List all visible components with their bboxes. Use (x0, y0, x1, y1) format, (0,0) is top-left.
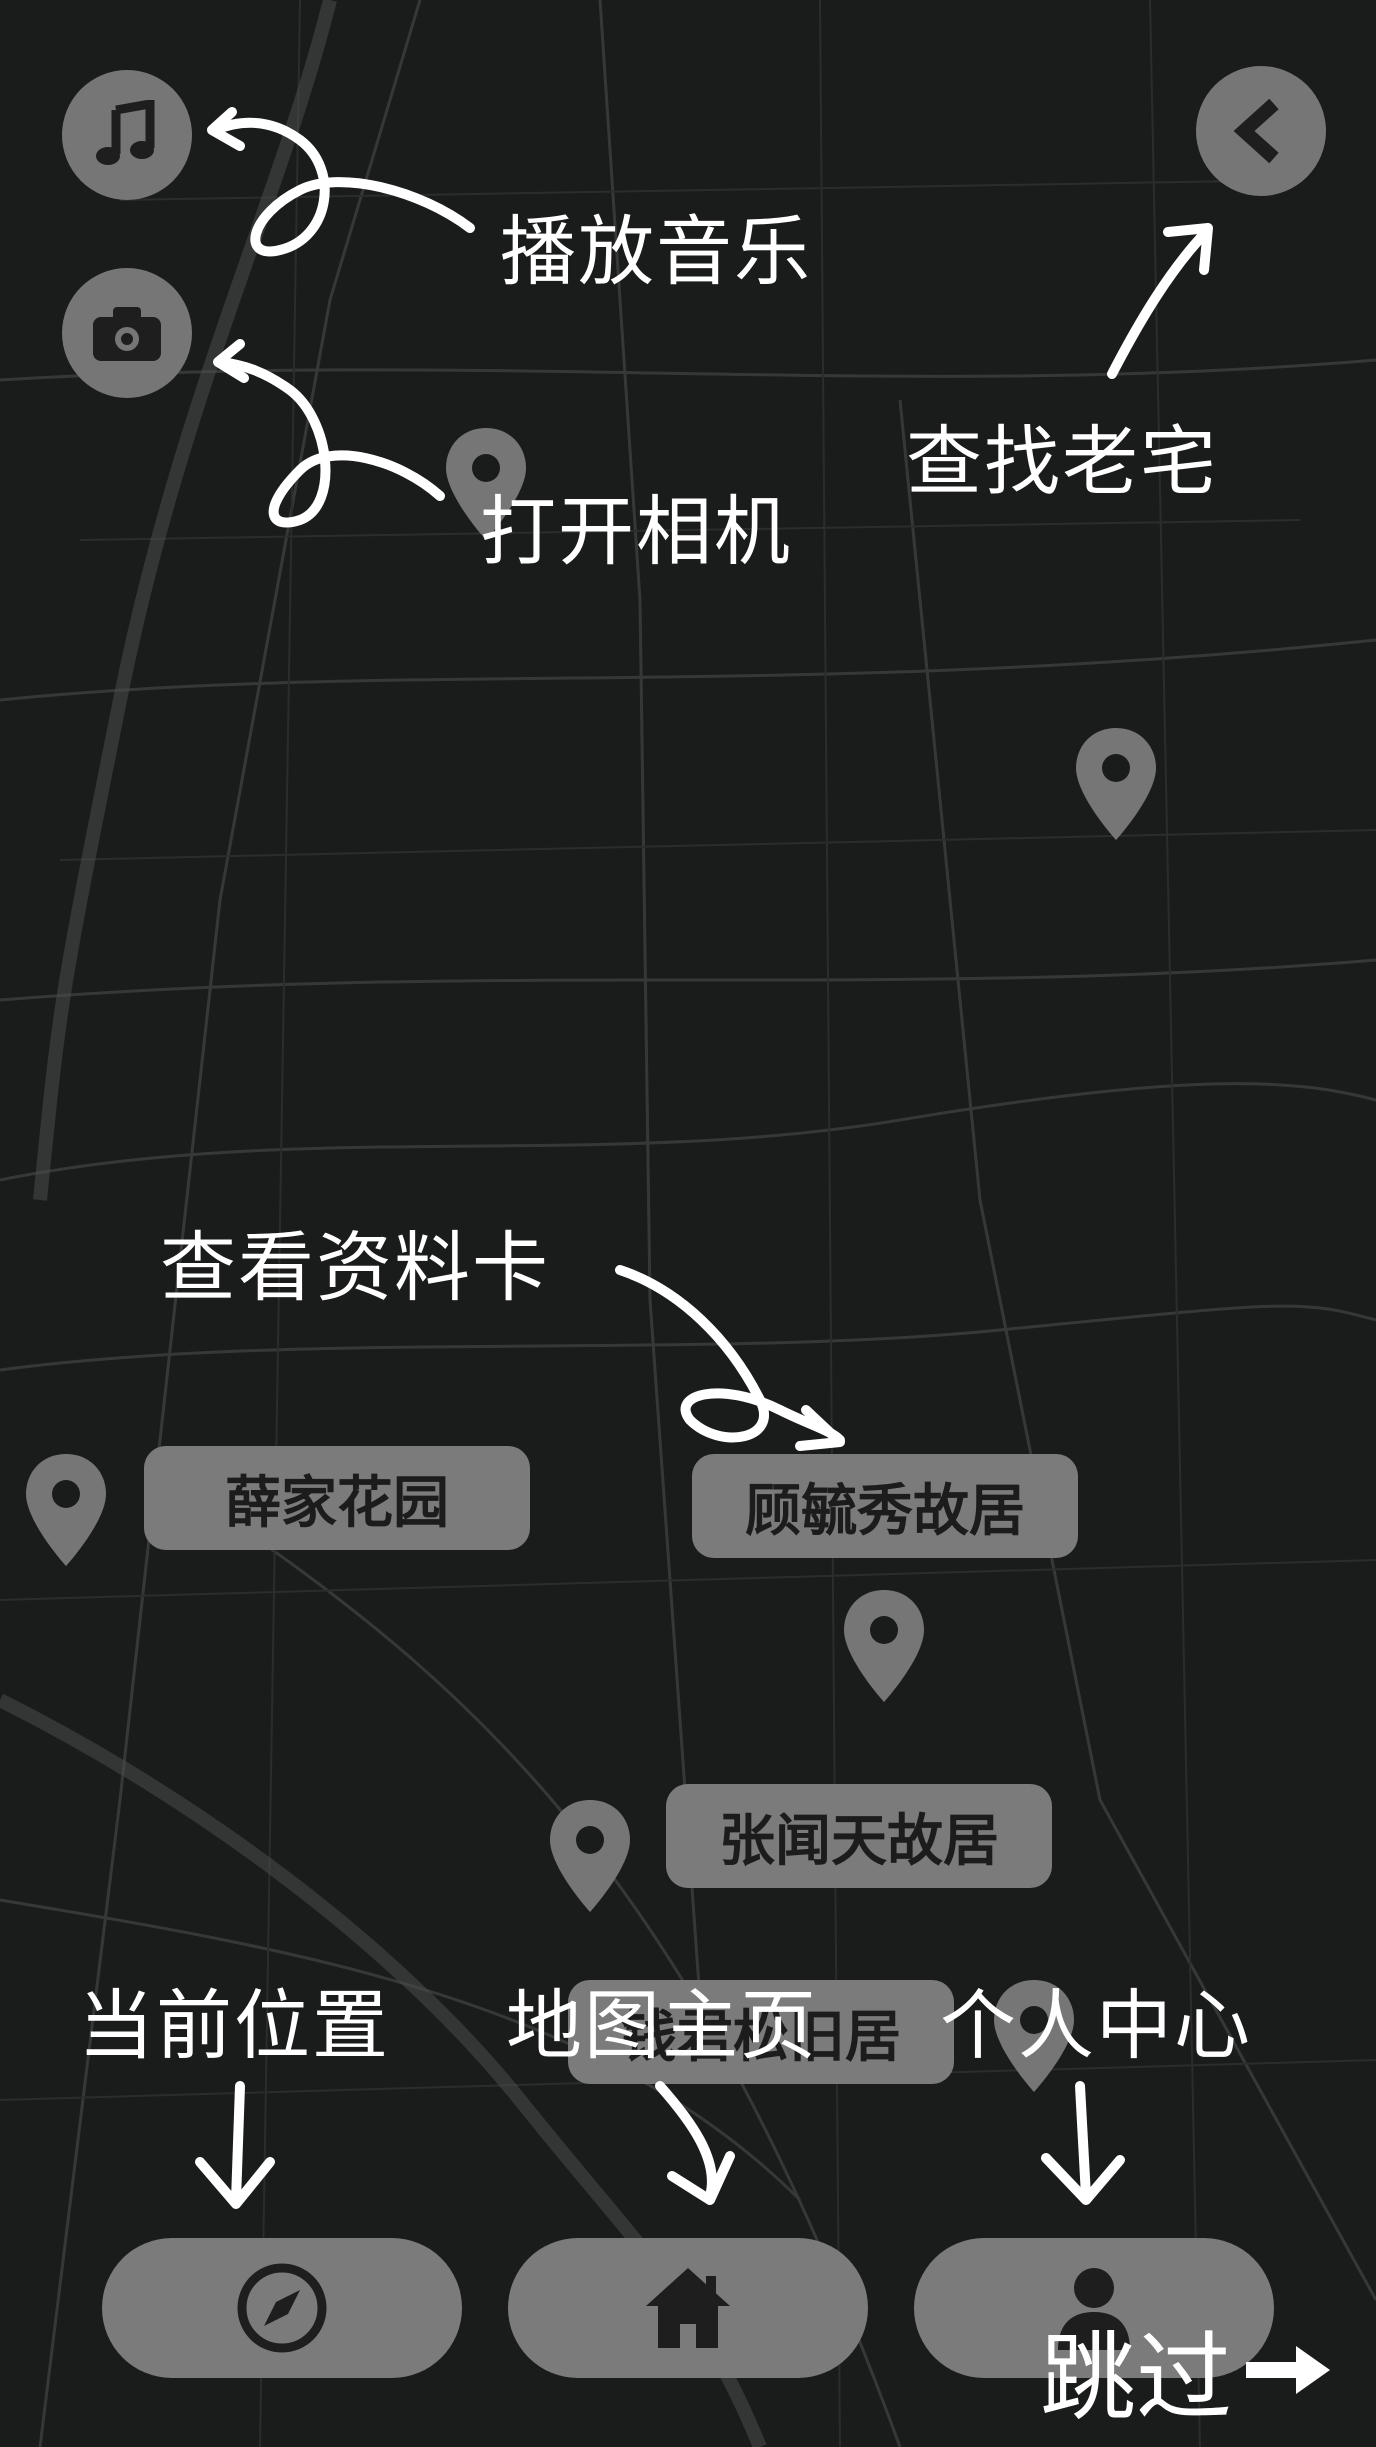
hint-play-music: 播放音乐 (500, 207, 812, 296)
hint-personal-center: 个人中心 (940, 1981, 1252, 2070)
play-music-button[interactable] (62, 70, 192, 200)
place-card-xue-garden[interactable]: 薛家花园 (144, 1446, 530, 1550)
right-arrow-icon (1246, 2345, 1330, 2394)
place-card-label: 张闻天故居 (719, 1807, 999, 1874)
hint-find-house: 查找老宅 (906, 417, 1218, 506)
place-card-zhang-wentian[interactable]: 张闻天故居 (666, 1784, 1052, 1888)
place-card-label: 薛家花园 (225, 1469, 449, 1536)
skip-label: 跳过 (1040, 2322, 1232, 2434)
back-button[interactable] (1196, 66, 1326, 196)
hint-open-camera: 打开相机 (480, 487, 792, 576)
map-pin-icon[interactable] (1070, 724, 1162, 844)
open-camera-button[interactable] (62, 268, 192, 398)
hint-view-card: 查看资料卡 (160, 1223, 550, 1312)
chevron-left-icon (1233, 98, 1279, 164)
music-note-icon (96, 100, 155, 165)
place-card-gu-yuxiu[interactable]: 顾毓秀故居 (692, 1454, 1078, 1558)
tutorial-overlay-screen: 薛家花园 顾毓秀故居 张闻天故居 钱君松旧居 播放音乐 打开相机 查找老宅 查看… (0, 0, 1376, 2447)
map-pin-icon[interactable] (838, 1586, 930, 1706)
camera-icon (93, 307, 161, 361)
skip-button[interactable]: 跳过 (1040, 2300, 1334, 2439)
current-location-button[interactable] (102, 2238, 462, 2378)
home-icon (646, 2268, 730, 2348)
map-home-button[interactable] (508, 2238, 868, 2378)
hint-map-home: 地图主页 (506, 1981, 818, 2070)
map-pin-icon[interactable] (20, 1450, 112, 1570)
hint-current-location: 当前位置 (78, 1981, 390, 2070)
place-card-label: 顾毓秀故居 (745, 1477, 1025, 1544)
map-pin-icon[interactable] (544, 1796, 636, 1916)
compass-icon (237, 2263, 327, 2353)
